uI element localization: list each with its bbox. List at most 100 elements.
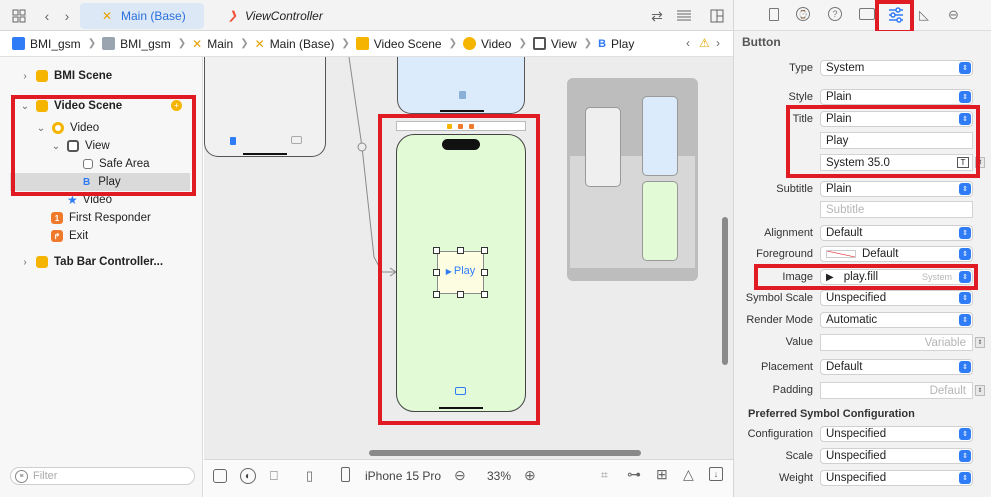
breadcrumb-main-base[interactable]: ✕ Main (Base) <box>255 37 335 51</box>
appearance-icon[interactable]: ◐ <box>240 468 256 484</box>
play-button[interactable]: ▶ Play <box>437 251 484 294</box>
alignment-popup[interactable]: Default ⇕ <box>820 225 973 241</box>
add-editor-icon[interactable] <box>708 7 726 25</box>
value-field[interactable]: Variable ⇕ <box>820 334 985 351</box>
size-inspector-icon[interactable]: ◺ <box>919 7 929 23</box>
symbol-scale-popup[interactable]: Unspecified ⇕ <box>820 290 973 306</box>
outline-row-bmi-scene[interactable]: › BMI Scene <box>20 67 112 85</box>
breadcrumb-video[interactable]: Video <box>463 37 511 51</box>
render-mode-popup[interactable]: Automatic ⇕ <box>820 312 973 328</box>
file-inspector-icon[interactable] <box>769 8 779 21</box>
outline-row-exit[interactable]: ↱ Exit <box>51 227 88 245</box>
outline-row-first-responder[interactable]: 1 First Responder <box>51 209 151 227</box>
issue-forward-icon[interactable]: › <box>716 36 720 50</box>
warning-badge-icon[interactable]: + <box>171 100 182 111</box>
align-icon[interactable]: ⊶ <box>627 466 641 483</box>
stepper-icon[interactable]: ⇕ <box>975 385 985 396</box>
outline-row-video-scene[interactable]: ⌄ Video Scene + <box>20 97 190 115</box>
breadcrumb-folder[interactable]: BMI_gsm <box>102 37 171 51</box>
foreground-popup[interactable]: Default ⇕ <box>820 246 973 262</box>
device-icon[interactable] <box>341 467 350 482</box>
breadcrumb-label: Main <box>207 36 234 51</box>
title-text-field[interactable]: Play <box>820 132 973 149</box>
title-popup[interactable]: Plain ⇕ <box>820 111 973 127</box>
outline-row-safe-area[interactable]: Safe Area <box>83 155 150 173</box>
grid-icon[interactable] <box>10 7 28 25</box>
dock-responder-icon[interactable] <box>458 124 463 129</box>
bmi-preview-scene[interactable] <box>397 57 525 114</box>
chevron-updown-icon: ⇕ <box>959 183 971 195</box>
zoom-in-icon[interactable]: ⊕ <box>524 467 536 484</box>
dock-exit-icon[interactable] <box>469 124 474 129</box>
outline-row-tab-bar-controller[interactable]: › Tab Bar Controller... <box>20 253 163 271</box>
help-inspector-icon[interactable]: ? <box>828 7 842 21</box>
outline-row-video-tabitem[interactable]: ★ Video <box>67 191 112 209</box>
breadcrumb-project[interactable]: BMI_gsm <box>12 37 81 51</box>
layout-icon[interactable]: ▯ <box>306 468 320 484</box>
resize-handle[interactable] <box>457 247 464 254</box>
outline-row-view[interactable]: ⌄ View <box>51 137 110 155</box>
no-color-swatch <box>826 250 856 258</box>
outline-row-play[interactable]: B Play <box>10 173 190 191</box>
home-indicator <box>440 110 484 112</box>
stepper-icon[interactable]: ⇕ <box>975 337 985 348</box>
resolve-issues-icon[interactable]: △ <box>683 466 694 483</box>
resize-handle[interactable] <box>481 291 488 298</box>
zoom-out-icon[interactable]: ⊖ <box>454 467 466 484</box>
scene-icon <box>36 256 48 268</box>
update-frames-icon[interactable]: ⌗ <box>601 468 608 483</box>
title-font-field[interactable]: System 35.0 T ⇕ <box>820 154 985 171</box>
weight-popup[interactable]: Unspecified ⇕ <box>820 470 973 486</box>
subtitle-text-field[interactable]: Subtitle <box>820 201 973 218</box>
identity-inspector-icon[interactable] <box>859 8 875 20</box>
breadcrumb-play[interactable]: B Play <box>598 37 634 51</box>
scene-icon <box>355 37 369 50</box>
vertical-scrollbar[interactable] <box>722 217 728 365</box>
outline-row-video[interactable]: ⌄ Video <box>36 119 99 137</box>
back-chevron-icon[interactable]: ‹ <box>38 7 56 25</box>
placement-value: Default <box>826 361 863 373</box>
resize-handle[interactable] <box>433 269 440 276</box>
embed-in-icon[interactable]: ↓ <box>709 467 723 481</box>
style-popup[interactable]: Plain ⇕ <box>820 89 973 105</box>
breadcrumb-label: BMI_gsm <box>30 36 81 51</box>
history-inspector-icon[interactable]: ⌚ <box>796 7 810 21</box>
filter-field[interactable]: ≡ Filter <box>10 467 195 485</box>
scale-label: Scale <box>785 450 813 462</box>
add-constraints-icon[interactable]: ⊞ <box>656 466 668 483</box>
forward-chevron-icon[interactable]: › <box>58 7 76 25</box>
resize-handle[interactable] <box>481 269 488 276</box>
breadcrumb-main[interactable]: ✕ Main <box>192 37 233 51</box>
resize-handle[interactable] <box>433 247 440 254</box>
resize-handle[interactable] <box>433 291 440 298</box>
type-popup[interactable]: System ⇕ <box>820 60 973 76</box>
dock-vc-icon[interactable] <box>447 124 452 129</box>
tab-viewcontroller[interactable]: ❯ ViewController <box>206 3 356 29</box>
font-picker-icon[interactable]: T <box>957 157 969 168</box>
stepper-icon[interactable]: ⇕ <box>975 157 985 168</box>
tab-main-base[interactable]: ✕ Main (Base) <box>80 3 204 29</box>
resize-handle[interactable] <box>481 247 488 254</box>
device-selector[interactable]: iPhone 15 Pro <box>365 469 441 483</box>
image-popup[interactable]: ▶ play.fill System ⇕ <box>820 269 973 285</box>
scale-popup[interactable]: Unspecified ⇕ <box>820 448 973 464</box>
breadcrumb-view[interactable]: View <box>532 37 577 51</box>
connections-inspector-icon[interactable]: ⊖ <box>948 7 959 23</box>
swap-arrows-icon[interactable]: ⇄ <box>648 7 666 25</box>
warning-icon[interactable]: ⚠ <box>699 36 710 50</box>
editor-options-icon[interactable] <box>675 7 693 25</box>
canvas-minimap[interactable] <box>567 78 698 281</box>
placement-popup[interactable]: Default ⇕ <box>820 359 973 375</box>
issue-back-icon[interactable]: ‹ <box>686 36 690 50</box>
zoom-level[interactable]: 33% <box>487 469 511 483</box>
attributes-inspector-icon[interactable] <box>887 6 905 23</box>
orientation-icon[interactable]: ⎕ <box>270 468 284 484</box>
subtitle-popup[interactable]: Plain ⇕ <box>820 181 973 197</box>
toggle-outline-icon[interactable] <box>213 469 227 483</box>
video-scene[interactable]: ▶ Play <box>396 134 526 412</box>
configuration-popup[interactable]: Unspecified ⇕ <box>820 426 973 442</box>
horizontal-scrollbar[interactable] <box>369 450 641 456</box>
padding-field[interactable]: Default ⇕ <box>820 382 985 399</box>
resize-handle[interactable] <box>457 291 464 298</box>
breadcrumb-video-scene[interactable]: Video Scene <box>355 37 442 51</box>
